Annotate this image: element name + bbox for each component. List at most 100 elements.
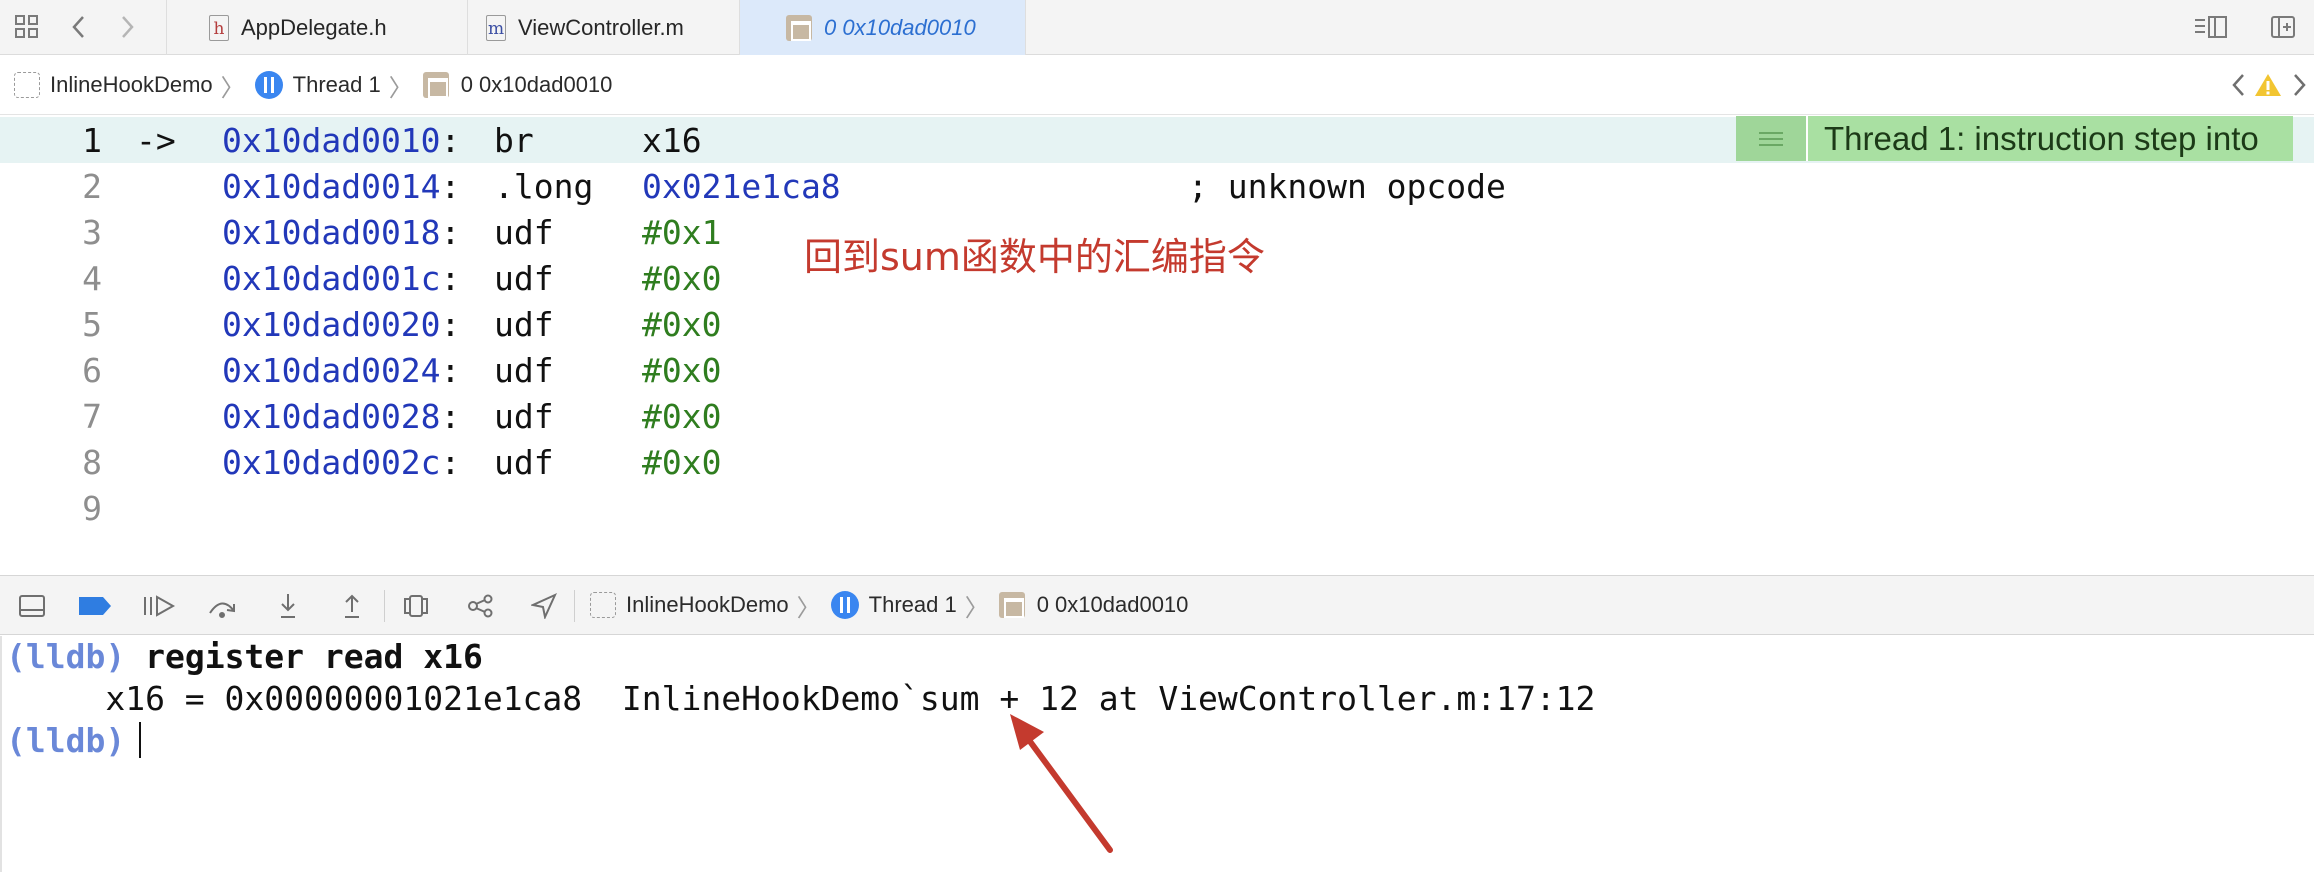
stack-frame-icon bbox=[786, 14, 812, 41]
forward-icon[interactable] bbox=[112, 12, 142, 42]
instruction-mnemonic: udf bbox=[494, 396, 554, 436]
line-number[interactable]: 3 bbox=[0, 213, 102, 252]
instruction-address: 0x10dad0010: bbox=[222, 120, 461, 160]
grid-icon[interactable] bbox=[12, 12, 42, 42]
instruction-mnemonic: br bbox=[494, 120, 534, 160]
console-input-line[interactable]: (lldb) bbox=[6, 720, 142, 760]
instruction-address: 0x10dad001c: bbox=[222, 258, 461, 298]
lldb-prompt: (lldb) bbox=[6, 720, 126, 760]
line-number[interactable]: 2 bbox=[0, 167, 102, 206]
step-into-icon[interactable] bbox=[272, 590, 304, 622]
annotation-list-icon[interactable] bbox=[1736, 116, 1808, 161]
instruction-mnemonic: udf bbox=[494, 212, 554, 252]
breakpoint-icon[interactable] bbox=[76, 590, 114, 622]
address-text: 0x10dad001c bbox=[222, 258, 441, 298]
instruction-comment: ; unknown opcode bbox=[1188, 166, 1506, 206]
breadcrumb-thread[interactable]: Thread 1 bbox=[830, 591, 957, 619]
code-line[interactable]: 5 0x10dad0020: udf #0x0 bbox=[0, 301, 2314, 347]
chevron-right-icon: 〉 bbox=[796, 594, 821, 622]
thread-annotation: Thread 1: instruction step into bbox=[1736, 116, 2293, 161]
address-text: 0x10dad0020 bbox=[222, 304, 441, 344]
breadcrumb-frame[interactable]: 0 0x10dad0010 bbox=[998, 592, 1188, 618]
thread-icon bbox=[830, 591, 859, 619]
tab-disassembly[interactable]: 0 0x10dad0010 bbox=[740, 0, 1026, 55]
step-over-icon[interactable] bbox=[206, 590, 238, 622]
line-number[interactable]: 7 bbox=[0, 397, 102, 436]
address-text: 0x10dad002c bbox=[222, 442, 441, 482]
toggle-console-icon[interactable] bbox=[16, 590, 48, 622]
instruction-address: 0x10dad0018: bbox=[222, 212, 461, 252]
lldb-console[interactable]: (lldb) register read x16 x16 = 0x0000000… bbox=[0, 636, 2314, 872]
breadcrumb-project[interactable]: InlineHookDemo bbox=[14, 72, 213, 98]
prev-issue-icon[interactable] bbox=[2230, 72, 2248, 104]
address-text: 0x10dad0028 bbox=[222, 396, 441, 436]
breadcrumb-thread[interactable]: Thread 1 bbox=[254, 71, 381, 99]
console-command-line: (lldb) register read x16 bbox=[6, 636, 483, 676]
code-line[interactable]: 7 0x10dad0028: udf #0x0 bbox=[0, 393, 2314, 439]
view-hierarchy-icon[interactable] bbox=[400, 590, 432, 622]
location-icon[interactable] bbox=[528, 590, 560, 622]
instruction-mnemonic: udf bbox=[494, 304, 554, 344]
tab-bar: h AppDelegate.h m ViewController.m 0 0x1… bbox=[0, 0, 2314, 55]
breadcrumb-thread-label: Thread 1 bbox=[292, 72, 381, 97]
instruction-operand: #0x0 bbox=[642, 396, 722, 436]
text-caret bbox=[139, 722, 142, 758]
memory-graph-icon[interactable] bbox=[464, 590, 496, 622]
add-editor-icon[interactable] bbox=[2268, 12, 2298, 42]
breadcrumb-project-label: InlineHookDemo bbox=[50, 72, 213, 97]
breadcrumb-frame[interactable]: 0 0x10dad0010 bbox=[422, 72, 613, 98]
console-command: register read x16 bbox=[145, 636, 483, 676]
code-line[interactable]: 2 0x10dad0014: .long 0x021e1ca8 ; unknown op… bbox=[0, 163, 2314, 209]
breadcrumb-frame-label: 0 0x10dad0010 bbox=[460, 72, 613, 97]
console-output: x16 = 0x00000001021e1ca8 InlineHookDemo`… bbox=[6, 678, 1596, 718]
tab-label: AppDelegate.h bbox=[241, 14, 387, 40]
instruction-mnemonic: udf bbox=[494, 350, 554, 390]
next-issue-icon[interactable] bbox=[2290, 72, 2308, 104]
stack-frame-icon bbox=[998, 592, 1025, 618]
code-line[interactable]: 9 bbox=[0, 485, 2314, 531]
annotation-note: 回到sum函数中的汇编指令 bbox=[804, 235, 1265, 279]
line-number[interactable]: 6 bbox=[0, 351, 102, 390]
objc-file-icon: m bbox=[486, 14, 506, 41]
lldb-prompt: (lldb) bbox=[6, 636, 126, 676]
tab-viewcontroller[interactable]: m ViewController.m bbox=[468, 0, 740, 55]
breadcrumb-project-label: InlineHookDemo bbox=[626, 592, 789, 617]
code-line[interactable]: 6 0x10dad0024: udf #0x0 bbox=[0, 347, 2314, 393]
disassembly-editor[interactable]: 1 -> 0x10dad0010: br x16 2 0x10dad0014: .long 0x… bbox=[0, 116, 2314, 574]
line-number[interactable]: 5 bbox=[0, 305, 102, 344]
tab-label: 0 0x10dad0010 bbox=[824, 14, 976, 40]
current-instruction-marker: -> bbox=[136, 120, 176, 160]
breadcrumb-project[interactable]: InlineHookDemo bbox=[590, 592, 789, 618]
code-line[interactable]: 8 0x10dad002c: udf #0x0 bbox=[0, 439, 2314, 485]
instruction-address: 0x10dad0020: bbox=[222, 304, 461, 344]
warning-icon[interactable] bbox=[2254, 72, 2282, 104]
tab-label: ViewController.m bbox=[518, 14, 684, 40]
address-text: 0x10dad0014 bbox=[222, 166, 441, 206]
instruction-operand: #0x0 bbox=[642, 304, 722, 344]
address-text: 0x10dad0018 bbox=[222, 212, 441, 252]
instruction-operand: #0x1 bbox=[642, 212, 722, 252]
instruction-mnemonic: udf bbox=[494, 258, 554, 298]
chevron-right-icon: 〉 bbox=[964, 594, 989, 622]
tab-appdelegate[interactable]: h AppDelegate.h bbox=[166, 0, 468, 55]
line-number[interactable]: 8 bbox=[0, 443, 102, 482]
instruction-operand: #0x0 bbox=[642, 442, 722, 482]
project-icon bbox=[14, 72, 40, 98]
line-number[interactable]: 4 bbox=[0, 259, 102, 298]
continue-icon[interactable] bbox=[140, 590, 180, 622]
step-out-icon[interactable] bbox=[336, 590, 368, 622]
instruction-mnemonic: udf bbox=[494, 442, 554, 482]
header-file-icon: h bbox=[209, 14, 229, 41]
debug-bar: InlineHookDemo 〉 Thread 1 〉 0 0x10dad001… bbox=[0, 575, 2314, 635]
breadcrumb-thread-label: Thread 1 bbox=[868, 592, 957, 617]
chevron-right-icon: 〉 bbox=[388, 74, 413, 102]
instruction-operand: 0x021e1ca8 bbox=[642, 166, 841, 206]
instruction-address: 0x10dad0014: bbox=[222, 166, 461, 206]
line-number[interactable]: 9 bbox=[0, 489, 102, 528]
address-text: 0x10dad0024 bbox=[222, 350, 441, 390]
back-icon[interactable] bbox=[64, 12, 94, 42]
editor-breadcrumb: InlineHookDemo 〉 Thread 1 〉 0 0x10dad001… bbox=[0, 56, 2314, 115]
line-number[interactable]: 1 bbox=[0, 121, 102, 160]
instruction-operand: #0x0 bbox=[642, 258, 722, 298]
split-editor-icon[interactable] bbox=[2192, 12, 2230, 42]
